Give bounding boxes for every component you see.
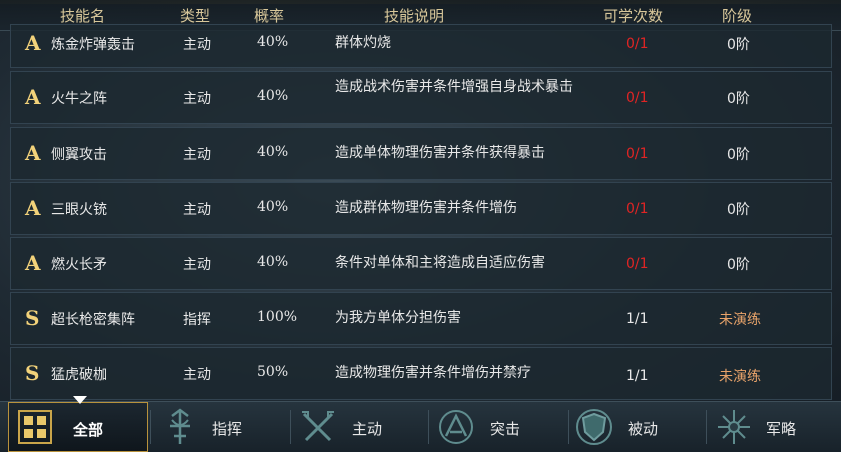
tab-divider	[706, 410, 707, 444]
tab-passive[interactable]: 被动	[570, 402, 708, 452]
skill-type: 主动	[183, 367, 211, 383]
skill-description: 造成单体物理伤害并条件获得暴击	[335, 145, 545, 161]
learnable-count: 0/1	[626, 256, 649, 272]
grid-icon	[18, 410, 52, 444]
header-description: 技能说明	[384, 7, 445, 25]
header-skill-name: 技能名	[60, 7, 106, 25]
skill-rate: 40%	[257, 34, 289, 50]
tab-divider	[428, 410, 429, 444]
shield-icon	[576, 409, 612, 445]
tab-divider	[568, 410, 569, 444]
skill-name: 炼金炸弹轰击	[51, 37, 135, 53]
skill-name: 超长枪密集阵	[51, 312, 135, 328]
grade-badge: A	[25, 31, 41, 55]
skill-name: 火牛之阵	[51, 91, 107, 107]
learnable-count: 1/1	[626, 311, 649, 327]
skill-stage: 0阶	[727, 91, 750, 107]
learnable-count: 0/1	[626, 201, 649, 217]
learnable-count: 0/1	[626, 36, 649, 52]
filter-tab-bar: 全部 指挥 主动 突击 被动 军略	[0, 396, 841, 452]
table-row[interactable]: S 超长枪密集阵 指挥 100% 为我方单体分担伤害 1/1 未演练	[10, 292, 832, 345]
skill-rate: 40%	[257, 144, 289, 160]
command-icon	[170, 408, 190, 444]
skill-description: 条件对单体和主将造成自适应伤害	[335, 255, 545, 271]
tab-assault[interactable]: 突击	[430, 402, 568, 452]
tab-strategy[interactable]: 军略	[708, 402, 838, 452]
table-row[interactable]: A 炼金炸弹轰击 主动 40% 群体灼烧 0/1 0阶	[10, 24, 832, 68]
skill-type: 主动	[183, 91, 211, 107]
assault-icon	[439, 410, 473, 444]
skill-stage: 0阶	[727, 37, 750, 53]
skill-description: 为我方单体分担伤害	[335, 310, 461, 326]
skill-rate: 100%	[257, 309, 298, 325]
grade-badge: A	[25, 196, 41, 220]
table-row[interactable]: S 猛虎破枷 主动 50% 造成物理伤害并条件增伤并禁疗 1/1 未演练	[10, 347, 832, 400]
tab-divider	[150, 410, 151, 444]
skill-rate: 40%	[257, 254, 289, 270]
crossed-swords-icon	[302, 411, 334, 442]
table-row[interactable]: A 火牛之阵 主动 40% 造成战术伤害并条件增强自身战术暴击 0/1 0阶	[10, 71, 832, 124]
skill-name: 燃火长矛	[51, 257, 107, 273]
skill-description: 造成战术伤害并条件增强自身战术暴击	[335, 79, 573, 95]
tab-label: 指挥	[212, 420, 243, 438]
skill-rate: 40%	[257, 199, 289, 215]
learnable-count: 0/1	[626, 90, 649, 106]
tab-active-skill[interactable]: 主动	[292, 402, 430, 452]
skill-rate: 50%	[257, 364, 289, 380]
skill-name: 猛虎破枷	[51, 367, 107, 383]
header-type: 类型	[180, 7, 211, 25]
grade-badge: A	[25, 251, 41, 275]
tab-divider	[290, 410, 291, 444]
skill-type: 主动	[183, 202, 211, 218]
skill-type: 主动	[183, 37, 211, 53]
learnable-count: 0/1	[626, 146, 649, 162]
header-stage: 阶级	[722, 7, 753, 25]
header-learnable-count: 可学次数	[603, 7, 664, 25]
tab-label: 主动	[352, 420, 383, 438]
skill-description: 造成群体物理伤害并条件增伤	[335, 200, 517, 216]
skill-type: 指挥	[183, 312, 211, 328]
skill-stage: 0阶	[727, 202, 750, 218]
tab-label: 突击	[490, 420, 521, 438]
table-row[interactable]: A 三眼火铳 主动 40% 造成群体物理伤害并条件增伤 0/1 0阶	[10, 182, 832, 235]
grade-badge: S	[25, 306, 40, 330]
grade-badge: S	[25, 361, 40, 385]
skill-description: 造成物理伤害并条件增伤并禁疗	[335, 365, 531, 381]
skill-type: 主动	[183, 147, 211, 163]
grade-badge: A	[25, 85, 41, 109]
skill-stage: 0阶	[727, 147, 750, 163]
tab-command[interactable]: 指挥	[152, 402, 290, 452]
selected-arrow-icon	[73, 396, 87, 404]
skill-rate: 40%	[257, 88, 289, 104]
tab-label: 被动	[628, 420, 659, 438]
skill-name: 三眼火铳	[51, 202, 107, 218]
tab-label: 军略	[766, 420, 797, 438]
strategy-icon	[718, 410, 750, 444]
skill-stage: 未演练	[719, 369, 761, 385]
skill-name: 侧翼攻击	[51, 147, 107, 163]
skill-stage: 未演练	[719, 312, 761, 328]
table-row[interactable]: A 侧翼攻击 主动 40% 造成单体物理伤害并条件获得暴击 0/1 0阶	[10, 127, 832, 180]
tab-label: 全部	[73, 421, 104, 439]
learnable-count: 1/1	[626, 368, 649, 384]
skill-type: 主动	[183, 257, 211, 273]
skill-stage: 0阶	[727, 257, 750, 273]
header-rate: 概率	[254, 7, 285, 25]
skill-description: 群体灼烧	[335, 35, 391, 51]
table-row[interactable]: A 燃火长矛 主动 40% 条件对单体和主将造成自适应伤害 0/1 0阶	[10, 237, 832, 290]
grade-badge: A	[25, 141, 41, 165]
tab-all[interactable]: 全部	[8, 396, 148, 452]
